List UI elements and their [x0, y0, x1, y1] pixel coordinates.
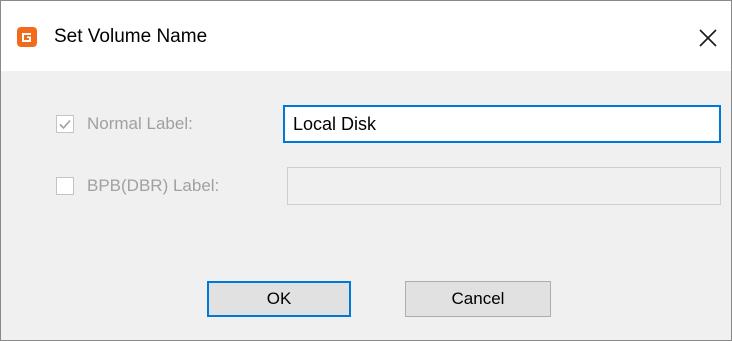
cancel-button[interactable]: Cancel — [405, 281, 551, 317]
ok-button[interactable]: OK — [207, 281, 351, 317]
normal-label-checkbox[interactable] — [56, 115, 74, 133]
bpb-label-input[interactable] — [287, 167, 721, 205]
dialog-title: Set Volume Name — [54, 26, 208, 47]
bpb-label-checkbox[interactable] — [56, 177, 74, 195]
normal-label-input[interactable] — [283, 105, 721, 143]
close-icon — [699, 29, 717, 47]
bpb-label-text: BPB(DBR) Label: — [87, 176, 220, 195]
close-button[interactable] — [685, 15, 731, 61]
title-bar: Set Volume Name — [1, 1, 731, 71]
app-logo-icon — [17, 27, 37, 47]
normal-label-text: Normal Label: — [87, 114, 193, 133]
checkmark-icon — [59, 119, 71, 130]
set-volume-name-dialog: Set Volume Name Normal Label: BPB(DBR) L… — [0, 0, 732, 341]
